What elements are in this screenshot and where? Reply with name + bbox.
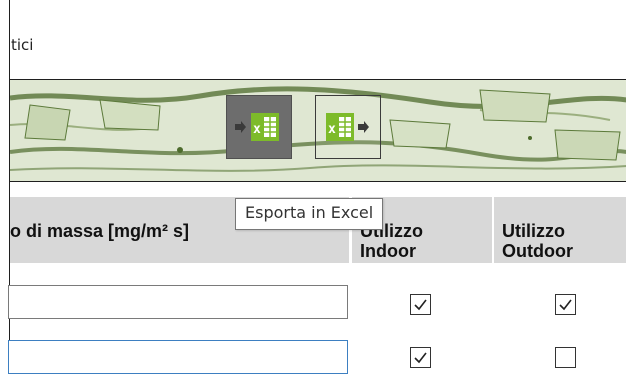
title-bar: tici (10, 0, 626, 80)
column-header-outdoor: Utilizzo Outdoor (494, 197, 626, 263)
import-excel-button[interactable]: x (315, 95, 381, 159)
window-title: tici (11, 36, 34, 54)
mass-value-input[interactable] (8, 340, 348, 374)
mass-value-input[interactable] (8, 285, 348, 319)
map-banner-toolbar: x x (10, 80, 626, 181)
export-excel-icon: x (235, 113, 279, 141)
outdoor-checkbox[interactable] (555, 294, 576, 315)
export-excel-button[interactable]: x (226, 95, 292, 159)
window-frame: tici x x o di massa [mg/m² s] Utilizzo I… (8, 0, 626, 374)
checkmark-icon (414, 299, 427, 311)
column-header-outdoor-label: Utilizzo Outdoor (502, 221, 573, 261)
export-excel-tooltip: Esporta in Excel (235, 198, 384, 230)
svg-text:x: x (253, 122, 261, 137)
column-header-mass-label: o di massa [mg/m² s] (10, 221, 190, 241)
indoor-checkbox[interactable] (410, 294, 431, 315)
import-excel-icon: x (326, 113, 369, 141)
svg-text:x: x (328, 122, 336, 137)
checkmark-icon (559, 299, 572, 311)
checkmark-icon (414, 352, 427, 364)
